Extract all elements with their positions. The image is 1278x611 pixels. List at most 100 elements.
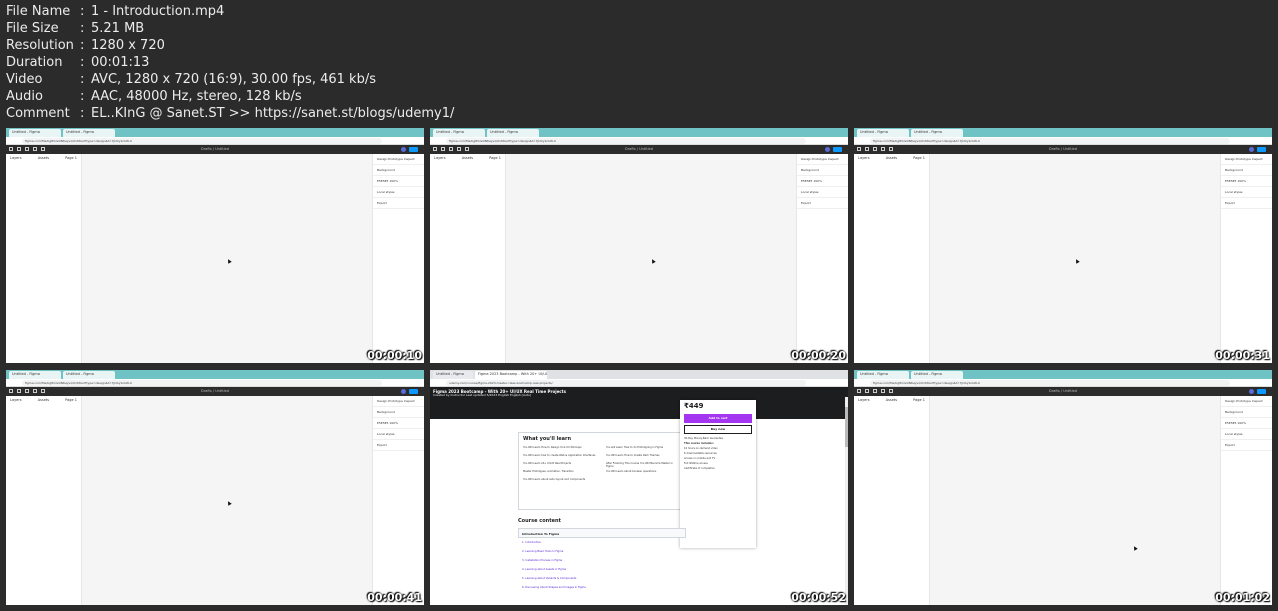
- frame-tool-icon[interactable]: [17, 389, 21, 393]
- pen-tool-icon[interactable]: [457, 147, 461, 151]
- address-bar[interactable]: figma.com/file/kg8rUsdiNKayvz/Untitled?t…: [870, 380, 1230, 386]
- pen-tool-icon[interactable]: [881, 389, 885, 393]
- design-tabs[interactable]: Design Prototype Inspect: [1221, 396, 1272, 407]
- shape-tool-icon[interactable]: [873, 389, 877, 393]
- lecture-title[interactable]: 6. Discussing About Shapes and Images in…: [522, 586, 586, 589]
- address-bar[interactable]: figma.com/file/kg8rUsdiNKayvz/Untitled?t…: [446, 138, 806, 144]
- video-thumbnail[interactable]: Untitled - Figma Untitled - Figma figma.…: [6, 128, 424, 363]
- design-tabs[interactable]: Design Prototype Inspect: [373, 154, 424, 165]
- assets-tab[interactable]: Assets: [38, 156, 49, 160]
- address-bar[interactable]: figma.com/file/kg8rUsdiNKayvz/Untitled?t…: [870, 138, 1230, 144]
- lecture-link[interactable]: 2. Learning Basic Tools In Figma: [518, 547, 686, 556]
- export-label[interactable]: Export: [373, 440, 424, 451]
- avatar[interactable]: [1249, 389, 1254, 394]
- avatar[interactable]: [401, 389, 406, 394]
- browser-tab[interactable]: Untitled - Figma: [487, 129, 539, 137]
- page-selector[interactable]: Page 1: [65, 398, 77, 402]
- frame-tool-icon[interactable]: [865, 147, 869, 151]
- add-to-cart-button[interactable]: Add to cart: [684, 414, 752, 423]
- video-thumbnail[interactable]: Untitled - Figma Untitled - Figma figma.…: [854, 370, 1272, 605]
- video-thumbnail[interactable]: Untitled - Figma Figma 2023 Bootcamp - W…: [430, 370, 848, 605]
- share-button[interactable]: [409, 389, 418, 394]
- figma-file-title[interactable]: Drafts / Untitled: [625, 147, 653, 151]
- lecture-title[interactable]: 1. Introduction: [522, 541, 541, 544]
- export-label[interactable]: Export: [797, 198, 848, 209]
- figma-canvas[interactable]: [930, 396, 1220, 605]
- figma-file-title[interactable]: Drafts / Untitled: [1049, 147, 1077, 151]
- design-tabs[interactable]: Design Prototype Inspect: [797, 154, 848, 165]
- assets-tab[interactable]: Assets: [886, 156, 897, 160]
- shape-tool-icon[interactable]: [449, 147, 453, 151]
- shape-tool-icon[interactable]: [25, 147, 29, 151]
- pen-tool-icon[interactable]: [33, 147, 37, 151]
- frame-tool-icon[interactable]: [865, 389, 869, 393]
- section-header[interactable]: Introduction To Figma: [518, 528, 686, 538]
- shape-tool-icon[interactable]: [25, 389, 29, 393]
- page-selector[interactable]: Page 1: [913, 398, 925, 402]
- browser-tab[interactable]: Untitled - Figma: [857, 129, 909, 137]
- layers-tab[interactable]: Layers: [434, 156, 446, 160]
- text-tool-icon[interactable]: [889, 389, 893, 393]
- scrollbar-thumb[interactable]: [845, 407, 848, 447]
- video-thumbnail[interactable]: Untitled - Figma Untitled - Figma figma.…: [854, 128, 1272, 363]
- text-tool-icon[interactable]: [465, 147, 469, 151]
- figma-file-title[interactable]: Drafts / Untitled: [201, 147, 229, 151]
- background-color-field[interactable]: E5E5E5 100%: [373, 418, 424, 429]
- background-color-field[interactable]: E5E5E5 100%: [373, 176, 424, 187]
- export-label[interactable]: Export: [1221, 440, 1272, 451]
- share-button[interactable]: [1257, 389, 1266, 394]
- lecture-title[interactable]: 5. Learning about Variants & Components: [522, 577, 576, 580]
- background-color-field[interactable]: E5E5E5 100%: [1221, 176, 1272, 187]
- page-scrollbar[interactable]: [845, 397, 848, 605]
- lecture-title[interactable]: 2. Learning Basic Tools In Figma: [522, 550, 563, 553]
- design-tabs[interactable]: Design Prototype Inspect: [373, 396, 424, 407]
- address-bar[interactable]: figma.com/file/kg8rUsdiNKayvz/Untitled?t…: [22, 380, 382, 386]
- lecture-link[interactable]: 6. Discussing About Shapes and Images in…: [518, 583, 686, 592]
- text-tool-icon[interactable]: [889, 147, 893, 151]
- browser-tab[interactable]: Untitled - Figma: [857, 371, 909, 379]
- browser-tab[interactable]: Untitled - Figma: [911, 371, 963, 379]
- figma-canvas[interactable]: [506, 154, 796, 363]
- text-tool-icon[interactable]: [41, 147, 45, 151]
- move-tool-icon[interactable]: [9, 147, 13, 151]
- browser-tab[interactable]: Untitled - Figma: [911, 129, 963, 137]
- page-selector[interactable]: Page 1: [65, 156, 77, 160]
- pen-tool-icon[interactable]: [881, 147, 885, 151]
- export-label[interactable]: Export: [1221, 198, 1272, 209]
- share-button[interactable]: [409, 147, 418, 152]
- page-selector[interactable]: Page 1: [489, 156, 501, 160]
- background-color-field[interactable]: E5E5E5 100%: [797, 176, 848, 187]
- address-bar[interactable]: udemy.com/course/figma-2023-master-class…: [446, 380, 806, 386]
- background-color-field[interactable]: E5E5E5 100%: [1221, 418, 1272, 429]
- design-tabs[interactable]: Design Prototype Inspect: [1221, 154, 1272, 165]
- browser-tab[interactable]: Untitled - Figma: [9, 129, 61, 137]
- assets-tab[interactable]: Assets: [462, 156, 473, 160]
- video-thumbnail[interactable]: Untitled - Figma Untitled - Figma figma.…: [6, 370, 424, 605]
- browser-tab[interactable]: Untitled - Figma: [9, 371, 61, 379]
- figma-file-title[interactable]: Drafts / Untitled: [201, 389, 229, 393]
- browser-tab[interactable]: Untitled - Figma: [433, 371, 473, 379]
- lecture-title[interactable]: 4. Learning about Assets in Figma: [522, 568, 566, 571]
- figma-canvas[interactable]: [82, 154, 372, 363]
- move-tool-icon[interactable]: [857, 147, 861, 151]
- export-label[interactable]: Export: [373, 198, 424, 209]
- frame-tool-icon[interactable]: [441, 147, 445, 151]
- layers-tab[interactable]: Layers: [10, 398, 22, 402]
- shape-tool-icon[interactable]: [873, 147, 877, 151]
- frame-tool-icon[interactable]: [17, 147, 21, 151]
- lecture-link[interactable]: 1. Introduction: [518, 538, 686, 547]
- figma-file-title[interactable]: Drafts / Untitled: [1049, 389, 1077, 393]
- layers-tab[interactable]: Layers: [10, 156, 22, 160]
- move-tool-icon[interactable]: [433, 147, 437, 151]
- layers-tab[interactable]: Layers: [858, 398, 870, 402]
- move-tool-icon[interactable]: [9, 389, 13, 393]
- assets-tab[interactable]: Assets: [38, 398, 49, 402]
- avatar[interactable]: [825, 147, 830, 152]
- avatar[interactable]: [401, 147, 406, 152]
- lecture-link[interactable]: 5. Learning about Variants & Components: [518, 574, 686, 583]
- figma-canvas[interactable]: [82, 396, 372, 605]
- pen-tool-icon[interactable]: [33, 389, 37, 393]
- browser-tab[interactable]: Untitled - Figma: [63, 371, 115, 379]
- browser-tab-active[interactable]: Figma 2023 Bootcamp - With 20+ UI/UX Rea…: [475, 371, 547, 379]
- lecture-link[interactable]: 3. Installation Process in Figma: [518, 556, 686, 565]
